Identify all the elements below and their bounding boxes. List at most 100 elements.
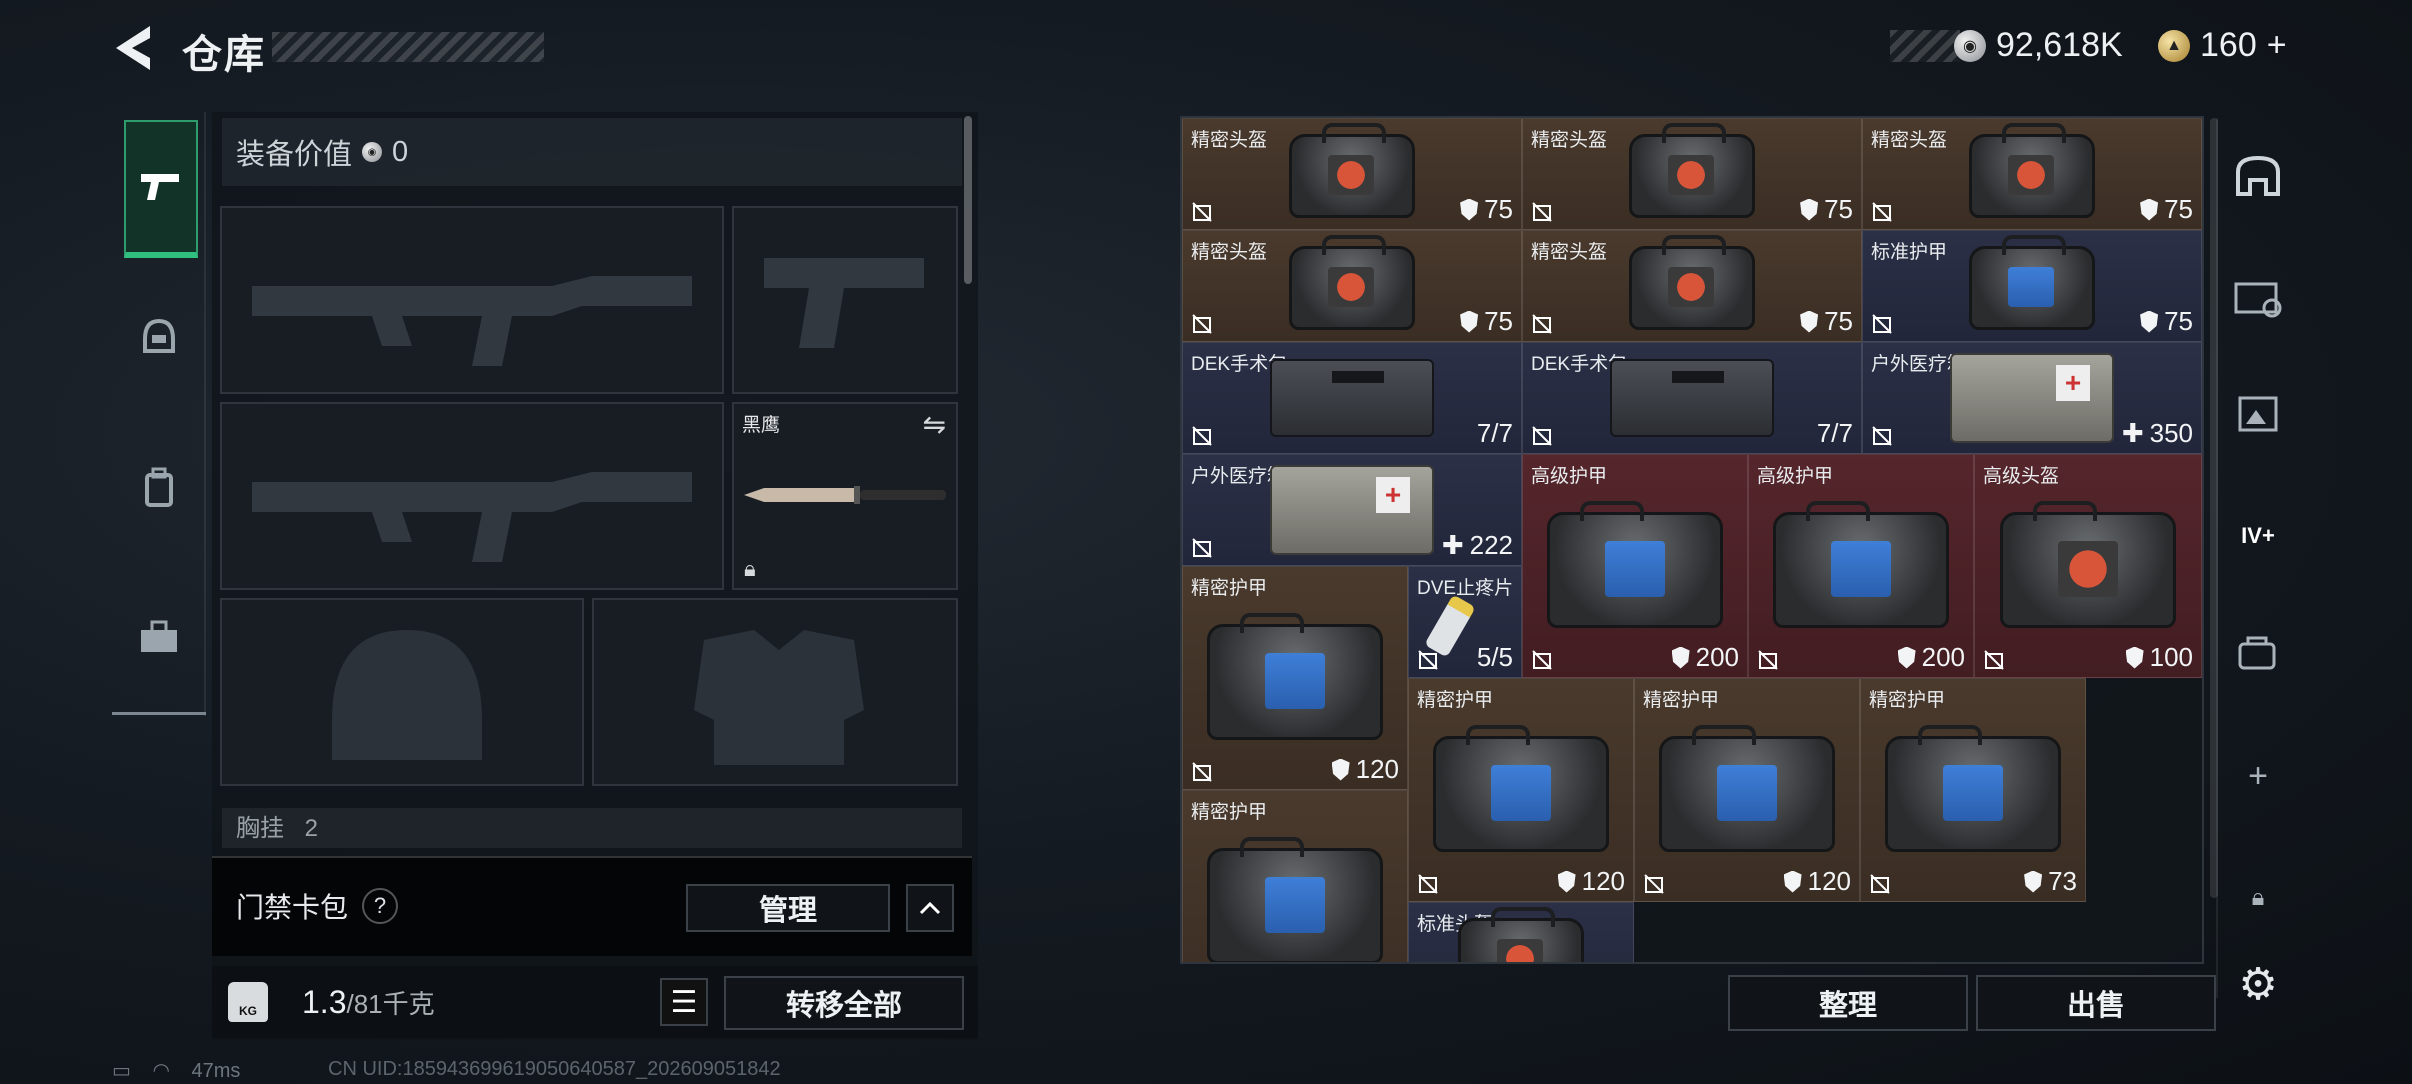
- durability-shield-icon: [1331, 758, 1350, 781]
- sell-button[interactable]: 出售: [1976, 975, 2216, 1031]
- not-found-icon: [1418, 874, 1438, 894]
- stash-item[interactable]: 精密护甲 120: [1408, 678, 1634, 902]
- item-name: 精密头盔: [1191, 130, 1268, 151]
- armor-bag-icon: [1773, 501, 1949, 629]
- item-name: 精密护甲: [1643, 690, 1720, 711]
- item-name: 精密头盔: [1191, 242, 1268, 263]
- helmet-icon: [143, 318, 175, 353]
- item-value: 5/5: [1477, 642, 1513, 673]
- durability-shield-icon: [2024, 870, 2043, 893]
- swap-icon[interactable]: ⇋: [923, 408, 946, 441]
- title-decoration: [272, 32, 544, 62]
- pistol-icon: [141, 174, 179, 200]
- stash-item[interactable]: 户外医疗箱✚222: [1182, 454, 1522, 566]
- silver-coin-icon: ◉: [1954, 29, 1986, 62]
- plus-icon[interactable]: +: [2228, 748, 2288, 804]
- stash-item[interactable]: 高级头盔 100: [1974, 454, 2202, 678]
- image-frame-icon[interactable]: [2228, 386, 2288, 442]
- stash-item[interactable]: 精密头盔 75: [1522, 118, 1862, 230]
- not-found-icon: [1532, 426, 1552, 446]
- primary-weapon-slot[interactable]: [220, 206, 724, 394]
- item-value: 200: [1897, 642, 1965, 673]
- item-value-text: 75: [2164, 194, 2193, 224]
- not-found-icon: [1192, 314, 1212, 334]
- silver-currency: ◉ 92,618K: [1954, 26, 2123, 65]
- item-value: 200: [1671, 642, 1739, 673]
- item-value-text: 222: [1469, 530, 1513, 560]
- helmet-bag-icon: [1289, 123, 1415, 219]
- stash-item[interactable]: 标准头盔: [1408, 902, 1634, 962]
- stash-item[interactable]: 精密护甲 120: [1634, 678, 1860, 902]
- primary-weapon-slot-2[interactable]: [220, 402, 724, 590]
- gold-currency[interactable]: ▲ 160 +: [2158, 26, 2287, 65]
- armor-bag-icon: [1433, 725, 1609, 853]
- stash-scrollbar[interactable]: [2210, 118, 2218, 898]
- help-icon[interactable]: ?: [362, 888, 398, 924]
- status-bar: ▭ ◠ 47ms: [112, 1058, 240, 1083]
- item-value-text: 75: [1824, 194, 1853, 224]
- manage-button[interactable]: 管理: [686, 884, 890, 932]
- bag-icon[interactable]: [2228, 626, 2288, 682]
- equipment-scrollbar[interactable]: [964, 116, 972, 284]
- stash-item[interactable]: 精密头盔 75: [1862, 118, 2202, 230]
- item-name: 精密护甲: [1869, 690, 1946, 711]
- tab-armor[interactable]: [124, 272, 194, 402]
- stash-item[interactable]: 高级护甲 200: [1748, 454, 1974, 678]
- stash-item[interactable]: 户外医疗箱✚350: [1862, 342, 2202, 454]
- settings-icon[interactable]: ⚙: [2228, 956, 2288, 1012]
- ticket-icon[interactable]: [2228, 270, 2288, 326]
- not-found-icon: [1870, 874, 1890, 894]
- organize-button[interactable]: 整理: [1728, 975, 1968, 1031]
- add-slot-icon[interactable]: IV+: [2228, 508, 2288, 564]
- helmet-bag-icon: [1629, 123, 1755, 219]
- gold-add-button[interactable]: +: [2267, 26, 2287, 65]
- item-value: 75: [1460, 306, 1513, 337]
- uid-text: CN UID:185943699619050640587_20260905184…: [328, 1058, 781, 1080]
- item-name: 精密护甲: [1417, 690, 1494, 711]
- rifle-silhouette-icon: [252, 276, 692, 366]
- tab-backpack[interactable]: [124, 422, 194, 552]
- item-value: 73: [2024, 866, 2077, 897]
- back-button[interactable]: [110, 22, 158, 74]
- list-view-button[interactable]: ☰: [660, 978, 708, 1026]
- stash-item[interactable]: 精密头盔 75: [1182, 230, 1522, 342]
- battery-icon: ▭: [112, 1060, 131, 1082]
- stash-item[interactable]: 精密头盔 75: [1522, 230, 1862, 342]
- tab-weapons[interactable]: [124, 120, 198, 258]
- transfer-all-button[interactable]: 转移全部: [724, 976, 964, 1030]
- currency-decoration: [1890, 30, 1960, 62]
- helmet-bag-icon: [1969, 123, 2095, 219]
- stash-side-tabs: IV+ + 🔒︎ ⚙: [2216, 118, 2296, 1009]
- stash-item[interactable]: 精密护甲 73: [1860, 678, 2086, 902]
- stash-item[interactable]: DEK手术包 7/7: [1522, 342, 1862, 454]
- weight-current: 1.3: [302, 984, 347, 1020]
- secondary-weapon-slot[interactable]: [732, 206, 958, 394]
- armor-slot[interactable]: [592, 598, 958, 786]
- stash-item[interactable]: 精密护甲 120: [1182, 566, 1408, 790]
- stash-item[interactable]: 标准护甲 75: [1862, 230, 2202, 342]
- stash-item[interactable]: DEK手术包 7/7: [1182, 342, 1522, 454]
- melee-slot[interactable]: 黑鹰 ⇋ 🔒︎: [732, 402, 958, 590]
- item-name: 标准护甲: [1871, 242, 1948, 263]
- not-found-icon: [1192, 202, 1212, 222]
- item-value: 7/7: [1477, 418, 1513, 449]
- item-name: 精密护甲: [1191, 802, 1268, 823]
- helmet-slot[interactable]: [220, 598, 584, 786]
- tab-toolbox[interactable]: [124, 572, 194, 702]
- chest-rig-label: 胸挂: [236, 815, 284, 842]
- stash-item[interactable]: 精密头盔 75: [1182, 118, 1522, 230]
- stash-item[interactable]: DVE止疼片 5/5: [1408, 566, 1522, 678]
- item-value: 75: [1800, 194, 1853, 225]
- wifi-icon: ◠: [152, 1060, 170, 1082]
- weight-readout: 1.3/81千克: [302, 984, 435, 1021]
- not-found-icon: [1758, 650, 1778, 670]
- item-value-text: 100: [2149, 642, 2193, 672]
- not-found-icon: [1192, 762, 1212, 782]
- item-value-text: 7/7: [1476, 418, 1513, 448]
- expand-button[interactable]: [906, 884, 954, 932]
- not-found-icon: [1418, 650, 1438, 670]
- stash-item[interactable]: 精密护甲: [1182, 790, 1408, 962]
- item-name: 精密护甲: [1191, 578, 1268, 599]
- stash-item[interactable]: 高级护甲 200: [1522, 454, 1748, 678]
- stash-icon[interactable]: [2228, 148, 2288, 204]
